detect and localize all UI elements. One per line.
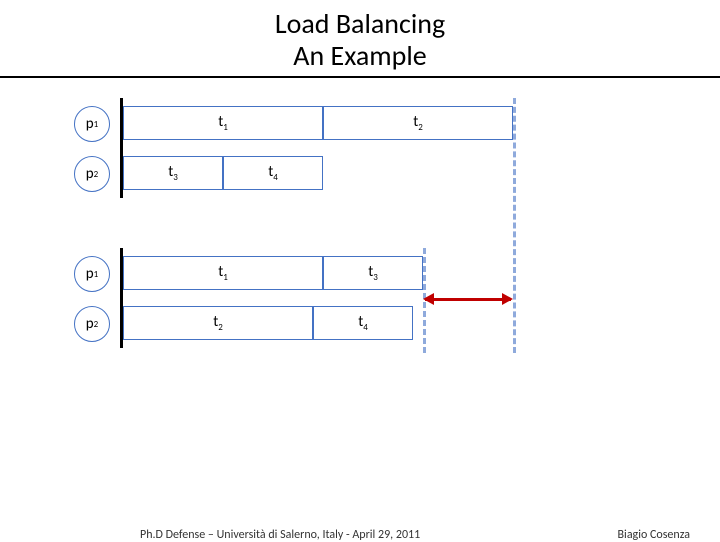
task-t3-upper: t3 bbox=[123, 156, 223, 190]
title-line-2: An Example bbox=[0, 40, 720, 72]
p-sub: 1 bbox=[94, 119, 99, 130]
slide-title: Load Balancing An Example bbox=[0, 0, 720, 72]
p-char: p bbox=[86, 165, 94, 183]
task-t1-lower: t1 bbox=[123, 256, 323, 290]
guide-unbalanced-end bbox=[513, 98, 516, 353]
p-char: p bbox=[86, 115, 94, 133]
task-t2-upper: t2 bbox=[323, 106, 513, 140]
task-t3-lower: t3 bbox=[323, 256, 423, 290]
proc-label-p2-upper: p2 bbox=[74, 156, 110, 192]
p-sub: 2 bbox=[94, 169, 99, 180]
task-t2-lower: t2 bbox=[123, 306, 313, 340]
proc-label-p1-lower: p1 bbox=[74, 256, 110, 292]
title-line-1: Load Balancing bbox=[0, 8, 720, 40]
title-underline bbox=[0, 76, 720, 78]
saved-time-arrow bbox=[425, 298, 511, 301]
task-t1-upper: t1 bbox=[123, 106, 323, 140]
proc-label-p1-upper: p1 bbox=[74, 106, 110, 142]
task-t4-lower: t4 bbox=[313, 306, 413, 340]
task-t4-upper: t4 bbox=[223, 156, 323, 190]
proc-label-p2-lower: p2 bbox=[74, 306, 110, 342]
diagram-area: p1 p2 t1 t2 t3 t4 p1 p2 t1 t3 t2 t4 bbox=[60, 98, 720, 478]
